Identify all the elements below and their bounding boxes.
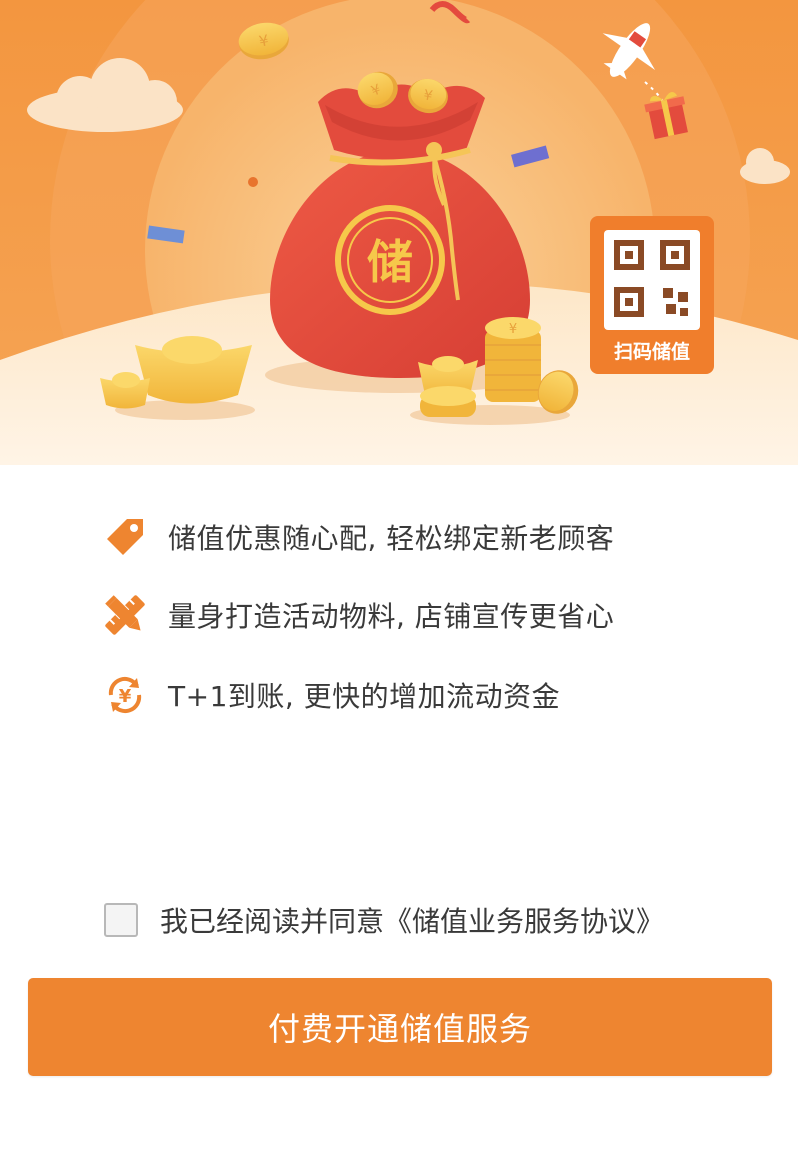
ruler-pencil-icon (100, 590, 150, 640)
agreement-row: 我已经阅读并同意《储值业务服务协议》 (104, 900, 664, 940)
hero-banner: ¥ ¥ ¥ 储 ¥ 扫码储值 (0, 0, 798, 465)
feature-item-discount: 储值优惠随心配, 轻松绑定新老顾客 (100, 512, 614, 562)
agreement-checkbox[interactable] (104, 903, 138, 937)
qr-badge-label: 扫码储值 (614, 340, 690, 363)
feature-text: 量身打造活动物料, 店铺宣传更省心 (168, 600, 615, 633)
feature-text: 储值优惠随心配, 轻松绑定新老顾客 (168, 522, 615, 555)
scan-qr-badge[interactable]: 扫码储值 (590, 216, 714, 374)
feature-text: T+1到账, 更快的增加流动资金 (168, 680, 561, 713)
bag-character: 储 (367, 235, 413, 289)
yuan-cycle-icon: ¥ (100, 670, 150, 720)
hero-illustration: ¥ ¥ ¥ 储 ¥ 扫码储值 (0, 0, 798, 465)
svg-text:¥: ¥ (119, 686, 132, 707)
svg-text:¥: ¥ (509, 322, 517, 337)
agreement-link[interactable]: 我已经阅读并同意《储值业务服务协议》 (160, 900, 664, 940)
feature-item-settlement: ¥ T+1到账, 更快的增加流动资金 (100, 670, 560, 720)
feature-item-materials: 量身打造活动物料, 店铺宣传更省心 (100, 590, 614, 640)
pay-activate-button[interactable]: 付费开通储值服务 (28, 978, 772, 1076)
price-tag-icon (100, 512, 150, 562)
